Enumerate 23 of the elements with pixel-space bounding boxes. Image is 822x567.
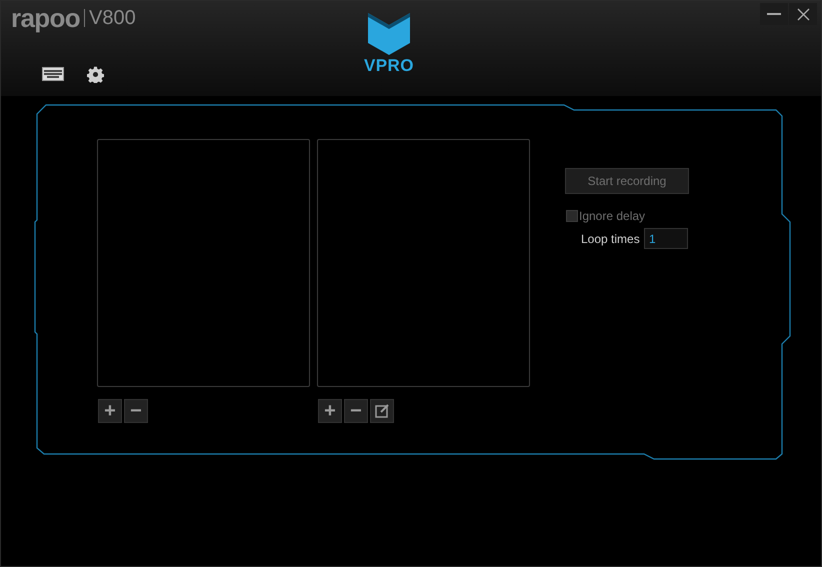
- brand-logo: rapoo: [11, 5, 80, 31]
- start-recording-button[interactable]: Start recording: [565, 168, 689, 194]
- edit-button[interactable]: [370, 399, 394, 423]
- settings-tab[interactable]: [86, 65, 104, 83]
- vpro-logo-text: VPRO: [364, 57, 414, 74]
- minimize-button[interactable]: [760, 3, 788, 25]
- add-button[interactable]: +: [98, 399, 122, 423]
- chevron-logo-icon: [368, 13, 410, 55]
- loop-times-field[interactable]: 1: [644, 228, 688, 249]
- ignore-delay-label: Ignore delay: [579, 208, 646, 225]
- edit-icon: [375, 404, 389, 418]
- remove-button[interactable]: −: [124, 399, 148, 423]
- settings-icon: [86, 66, 104, 82]
- loop-times-label: Loop times: [581, 230, 641, 248]
- add-button[interactable]: +: [318, 399, 342, 423]
- ignore-delay-checkbox[interactable]: [566, 210, 578, 222]
- remove-button[interactable]: −: [344, 399, 368, 423]
- model-name: V800: [88, 8, 136, 28]
- keyboard-icon: [42, 67, 64, 81]
- minimize-icon: [767, 13, 781, 15]
- close-icon: [796, 8, 810, 20]
- close-button[interactable]: [789, 3, 817, 25]
- keyboard-tab[interactable]: [42, 67, 64, 81]
